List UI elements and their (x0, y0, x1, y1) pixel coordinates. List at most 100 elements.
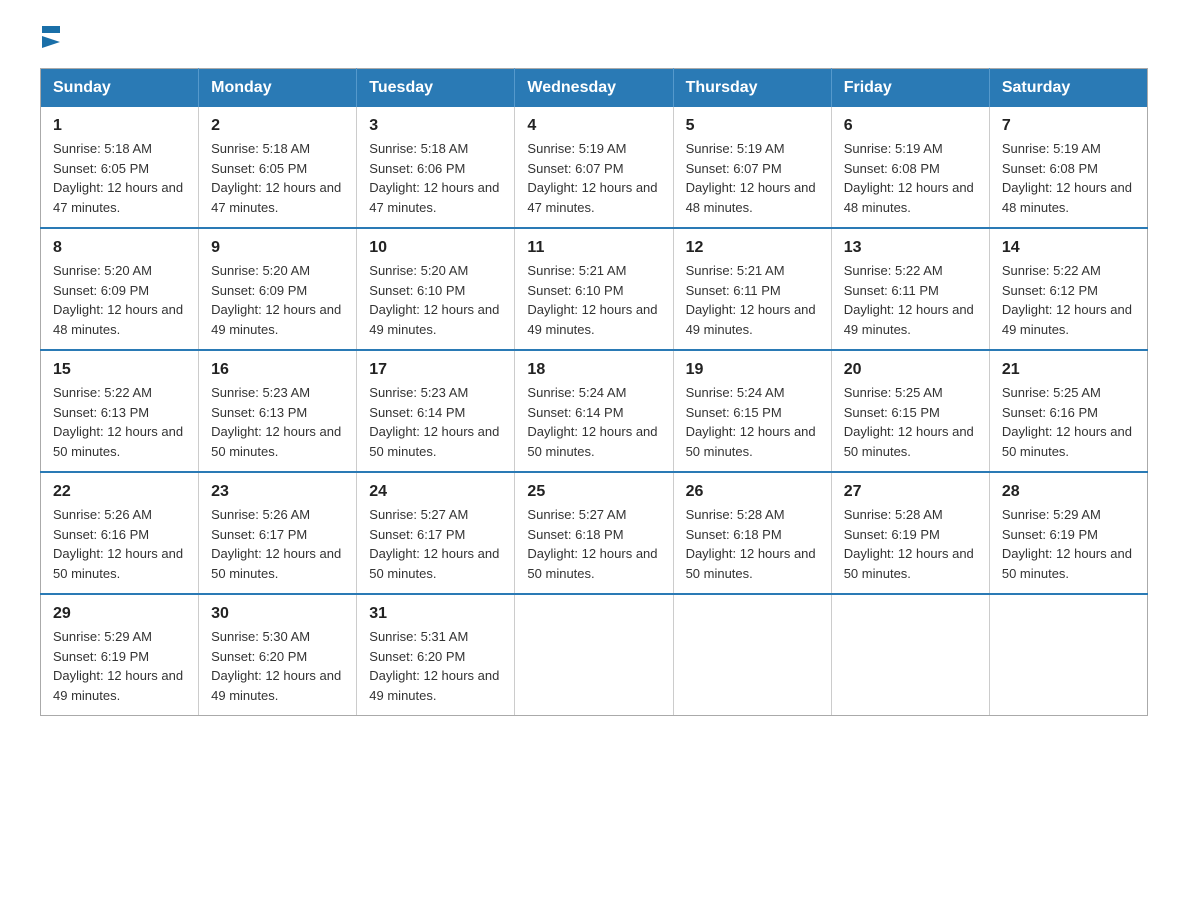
day-info: Sunrise: 5:20 AMSunset: 6:09 PMDaylight:… (53, 261, 186, 339)
calendar-header-thursday: Thursday (673, 69, 831, 108)
day-number: 31 (369, 605, 502, 623)
calendar-cell: 4 Sunrise: 5:19 AMSunset: 6:07 PMDaylight… (515, 107, 673, 228)
day-number: 14 (1002, 239, 1135, 257)
calendar-header-friday: Friday (831, 69, 989, 108)
day-info: Sunrise: 5:24 AMSunset: 6:14 PMDaylight:… (527, 383, 660, 461)
day-info: Sunrise: 5:25 AMSunset: 6:16 PMDaylight:… (1002, 383, 1135, 461)
calendar-cell: 30 Sunrise: 5:30 AMSunset: 6:20 PMDayligh… (199, 594, 357, 716)
calendar-week-2: 8 Sunrise: 5:20 AMSunset: 6:09 PMDaylight… (41, 228, 1148, 350)
day-info: Sunrise: 5:19 AMSunset: 6:07 PMDaylight:… (686, 139, 819, 217)
calendar-cell: 22Sunrise: 5:26 AMSunset: 6:16 PMDayligh… (41, 472, 199, 594)
day-number: 5 (686, 117, 819, 135)
calendar-cell: 6 Sunrise: 5:19 AMSunset: 6:08 PMDaylight… (831, 107, 989, 228)
calendar-cell: 12Sunrise: 5:21 AMSunset: 6:11 PMDayligh… (673, 228, 831, 350)
day-number: 2 (211, 117, 344, 135)
calendar-cell (989, 594, 1147, 716)
day-info: Sunrise: 5:26 AMSunset: 6:17 PMDaylight:… (211, 505, 344, 583)
calendar-week-1: 1 Sunrise: 5:18 AMSunset: 6:05 PMDaylight… (41, 107, 1148, 228)
day-info: Sunrise: 5:21 AMSunset: 6:11 PMDaylight:… (686, 261, 819, 339)
day-number: 21 (1002, 361, 1135, 379)
day-info: Sunrise: 5:22 AMSunset: 6:11 PMDaylight:… (844, 261, 977, 339)
calendar-cell: 10 Sunrise: 5:20 AMSunset: 6:10 PMDayligh… (357, 228, 515, 350)
calendar-cell: 31 Sunrise: 5:31 AMSunset: 6:20 PMDayligh… (357, 594, 515, 716)
day-number: 11 (527, 239, 660, 257)
calendar-cell: 15Sunrise: 5:22 AMSunset: 6:13 PMDayligh… (41, 350, 199, 472)
logo (40, 30, 60, 48)
calendar-header-row: SundayMondayTuesdayWednesdayThursdayFrid… (41, 69, 1148, 108)
calendar-table: SundayMondayTuesdayWednesdayThursdayFrid… (40, 68, 1148, 716)
calendar-cell: 27 Sunrise: 5:28 AMSunset: 6:19 PMDayligh… (831, 472, 989, 594)
calendar-cell: 24 Sunrise: 5:27 AMSunset: 6:17 PMDayligh… (357, 472, 515, 594)
calendar-header-saturday: Saturday (989, 69, 1147, 108)
day-number: 7 (1002, 117, 1135, 135)
day-info: Sunrise: 5:23 AMSunset: 6:14 PMDaylight:… (369, 383, 502, 461)
day-info: Sunrise: 5:29 AMSunset: 6:19 PMDaylight:… (1002, 505, 1135, 583)
calendar-cell: 20 Sunrise: 5:25 AMSunset: 6:15 PMDayligh… (831, 350, 989, 472)
day-number: 23 (211, 483, 344, 501)
day-info: Sunrise: 5:24 AMSunset: 6:15 PMDaylight:… (686, 383, 819, 461)
day-number: 30 (211, 605, 344, 623)
day-info: Sunrise: 5:23 AMSunset: 6:13 PMDaylight:… (211, 383, 344, 461)
day-number: 22 (53, 483, 186, 501)
day-info: Sunrise: 5:31 AMSunset: 6:20 PMDaylight:… (369, 627, 502, 705)
calendar-cell: 8 Sunrise: 5:20 AMSunset: 6:09 PMDaylight… (41, 228, 199, 350)
day-info: Sunrise: 5:28 AMSunset: 6:18 PMDaylight:… (686, 505, 819, 583)
day-number: 28 (1002, 483, 1135, 501)
calendar-header-tuesday: Tuesday (357, 69, 515, 108)
day-number: 1 (53, 117, 186, 135)
day-number: 15 (53, 361, 186, 379)
day-info: Sunrise: 5:20 AMSunset: 6:10 PMDaylight:… (369, 261, 502, 339)
calendar-cell: 19Sunrise: 5:24 AMSunset: 6:15 PMDayligh… (673, 350, 831, 472)
day-info: Sunrise: 5:18 AMSunset: 6:06 PMDaylight:… (369, 139, 502, 217)
day-number: 6 (844, 117, 977, 135)
calendar-week-4: 22Sunrise: 5:26 AMSunset: 6:16 PMDayligh… (41, 472, 1148, 594)
calendar-cell: 1Sunrise: 5:18 AMSunset: 6:05 PMDaylight… (41, 107, 199, 228)
day-number: 18 (527, 361, 660, 379)
day-number: 13 (844, 239, 977, 257)
calendar-cell: 17Sunrise: 5:23 AMSunset: 6:14 PMDayligh… (357, 350, 515, 472)
logo-flag-icon (42, 26, 60, 48)
calendar-cell: 2 Sunrise: 5:18 AMSunset: 6:05 PMDaylight… (199, 107, 357, 228)
calendar-cell: 21 Sunrise: 5:25 AMSunset: 6:16 PMDayligh… (989, 350, 1147, 472)
calendar-cell: 29Sunrise: 5:29 AMSunset: 6:19 PMDayligh… (41, 594, 199, 716)
day-info: Sunrise: 5:19 AMSunset: 6:08 PMDaylight:… (1002, 139, 1135, 217)
day-number: 20 (844, 361, 977, 379)
calendar-cell: 7 Sunrise: 5:19 AMSunset: 6:08 PMDaylight… (989, 107, 1147, 228)
calendar-cell: 9Sunrise: 5:20 AMSunset: 6:09 PMDaylight… (199, 228, 357, 350)
day-number: 16 (211, 361, 344, 379)
day-info: Sunrise: 5:19 AMSunset: 6:07 PMDaylight:… (527, 139, 660, 217)
calendar-cell (831, 594, 989, 716)
calendar-header-wednesday: Wednesday (515, 69, 673, 108)
day-info: Sunrise: 5:29 AMSunset: 6:19 PMDaylight:… (53, 627, 186, 705)
day-number: 24 (369, 483, 502, 501)
day-number: 26 (686, 483, 819, 501)
calendar-header-sunday: Sunday (41, 69, 199, 108)
day-info: Sunrise: 5:27 AMSunset: 6:18 PMDaylight:… (527, 505, 660, 583)
day-number: 9 (211, 239, 344, 257)
calendar-cell: 3Sunrise: 5:18 AMSunset: 6:06 PMDaylight… (357, 107, 515, 228)
calendar-cell: 18 Sunrise: 5:24 AMSunset: 6:14 PMDayligh… (515, 350, 673, 472)
calendar-cell: 16 Sunrise: 5:23 AMSunset: 6:13 PMDayligh… (199, 350, 357, 472)
calendar-header-monday: Monday (199, 69, 357, 108)
calendar-cell: 28 Sunrise: 5:29 AMSunset: 6:19 PMDayligh… (989, 472, 1147, 594)
calendar-week-5: 29Sunrise: 5:29 AMSunset: 6:19 PMDayligh… (41, 594, 1148, 716)
day-number: 10 (369, 239, 502, 257)
calendar-cell: 26 Sunrise: 5:28 AMSunset: 6:18 PMDayligh… (673, 472, 831, 594)
day-number: 27 (844, 483, 977, 501)
calendar-cell (673, 594, 831, 716)
day-number: 4 (527, 117, 660, 135)
day-info: Sunrise: 5:27 AMSunset: 6:17 PMDaylight:… (369, 505, 502, 583)
calendar-cell: 14Sunrise: 5:22 AMSunset: 6:12 PMDayligh… (989, 228, 1147, 350)
calendar-cell (515, 594, 673, 716)
calendar-cell: 13 Sunrise: 5:22 AMSunset: 6:11 PMDayligh… (831, 228, 989, 350)
day-info: Sunrise: 5:28 AMSunset: 6:19 PMDaylight:… (844, 505, 977, 583)
calendar-cell: 23 Sunrise: 5:26 AMSunset: 6:17 PMDayligh… (199, 472, 357, 594)
day-number: 8 (53, 239, 186, 257)
day-info: Sunrise: 5:30 AMSunset: 6:20 PMDaylight:… (211, 627, 344, 705)
day-info: Sunrise: 5:25 AMSunset: 6:15 PMDaylight:… (844, 383, 977, 461)
day-number: 25 (527, 483, 660, 501)
day-info: Sunrise: 5:19 AMSunset: 6:08 PMDaylight:… (844, 139, 977, 217)
day-info: Sunrise: 5:18 AMSunset: 6:05 PMDaylight:… (211, 139, 344, 217)
calendar-week-3: 15Sunrise: 5:22 AMSunset: 6:13 PMDayligh… (41, 350, 1148, 472)
calendar-cell: 11Sunrise: 5:21 AMSunset: 6:10 PMDayligh… (515, 228, 673, 350)
